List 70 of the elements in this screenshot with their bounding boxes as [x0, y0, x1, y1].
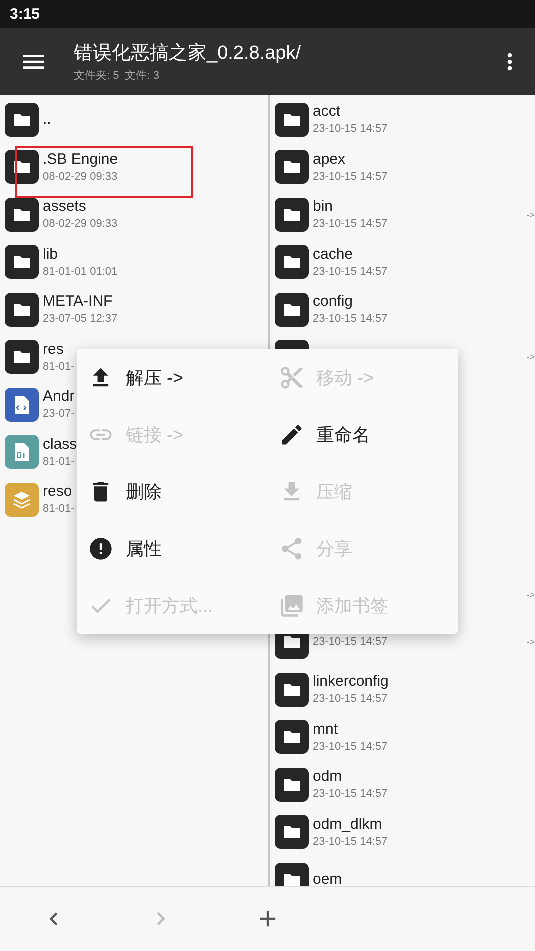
- file-name: .SB Engine: [43, 152, 118, 168]
- scissors-icon: [278, 364, 304, 390]
- modified-date: 23-10-15 14:57: [313, 836, 388, 848]
- folder-name: odm: [313, 769, 344, 786]
- exclamation-icon: [88, 536, 114, 562]
- modified-date: 23-10-15 14:57: [313, 170, 388, 183]
- modified-date: 23-10-15 14:57: [313, 740, 388, 753]
- modified-date: 08-02-29 09:33: [43, 170, 118, 183]
- folder-icon: [275, 815, 309, 850]
- folder-name: cache: [313, 246, 354, 263]
- modified-date: 81-01-: [43, 456, 76, 468]
- file-name: res: [43, 342, 65, 358]
- modified-date: 23-07-05 12:37: [43, 313, 118, 326]
- symlink-mark: ->: [526, 637, 535, 648]
- modified-date: 81-01-01 01:01: [43, 266, 118, 278]
- window-title: 错误化恶搞之家_0.2.8.apk/: [74, 42, 302, 66]
- menu-item[interactable]: 属性: [77, 520, 268, 577]
- folder-icon: [5, 245, 39, 280]
- folder-name: linkerconfig: [313, 674, 389, 690]
- folder-icon: [275, 245, 309, 280]
- folder-name: acct: [313, 104, 342, 120]
- symlink-mark: ->: [526, 352, 535, 362]
- modified-date: 81-01-: [43, 503, 75, 516]
- folder-icon: [275, 672, 309, 707]
- modified-date: 23-10-15 14:57: [313, 218, 388, 230]
- folder-icon: [5, 102, 39, 137]
- modified-date: 08-02-29 09:33: [43, 218, 118, 230]
- menu-item[interactable]: 解压 ->: [77, 349, 268, 406]
- folder-name: config: [313, 294, 354, 310]
- status-time: 3:15: [10, 6, 40, 22]
- folder-icon: [275, 720, 309, 754]
- bookmark-icon: [278, 592, 304, 618]
- file-name: lib: [43, 246, 60, 263]
- modified-date: 23-10-15 14:57: [313, 788, 388, 800]
- modified-date: 23-10-15 14:57: [313, 636, 388, 648]
- symlink-mark: ->: [526, 210, 535, 220]
- menu-item[interactable]: 删除: [77, 463, 268, 520]
- folder-name: mnt: [313, 722, 340, 738]
- layers-icon: [5, 482, 39, 517]
- folder-icon: [5, 340, 39, 374]
- file-name: ..: [43, 112, 52, 128]
- folder-icon: [275, 768, 309, 802]
- folder-name: apex: [313, 152, 347, 168]
- modified-date: 23-10-15 14:57: [313, 123, 388, 136]
- file-name: reso: [43, 484, 74, 500]
- folder-name: bin: [313, 199, 334, 216]
- code-file-icon: [5, 388, 39, 422]
- folder-icon: [5, 150, 39, 184]
- modified-date: 23-10-15 14:57: [313, 266, 388, 278]
- modified-date: 23-10-15 14:57: [313, 313, 388, 326]
- folder-icon: [5, 198, 39, 232]
- binary-file-icon: [5, 435, 39, 470]
- menu-item[interactable]: 重命名: [268, 406, 458, 463]
- file-name: class: [43, 436, 78, 453]
- modified-date: 23-07-: [43, 408, 75, 420]
- file-name: META-INF: [43, 294, 114, 310]
- folder-icon: [275, 292, 309, 327]
- folder-name: oem: [313, 872, 342, 886]
- folder-name: odm_dlkm: [313, 816, 384, 833]
- folder-count: 文件夹: 5: [74, 68, 120, 83]
- modified-date: 81-01-: [43, 360, 75, 373]
- file-name: assets: [43, 199, 88, 216]
- folder-icon: [275, 198, 309, 232]
- file-count: 文件: 3: [125, 68, 160, 83]
- folder-icon: [275, 150, 309, 184]
- folder-icon: [5, 292, 39, 327]
- modified-date: 23-10-15 14:57: [313, 693, 389, 706]
- folder-icon: [275, 102, 309, 137]
- file-name: Andr: [43, 389, 75, 406]
- symlink-mark: ->: [526, 590, 535, 600]
